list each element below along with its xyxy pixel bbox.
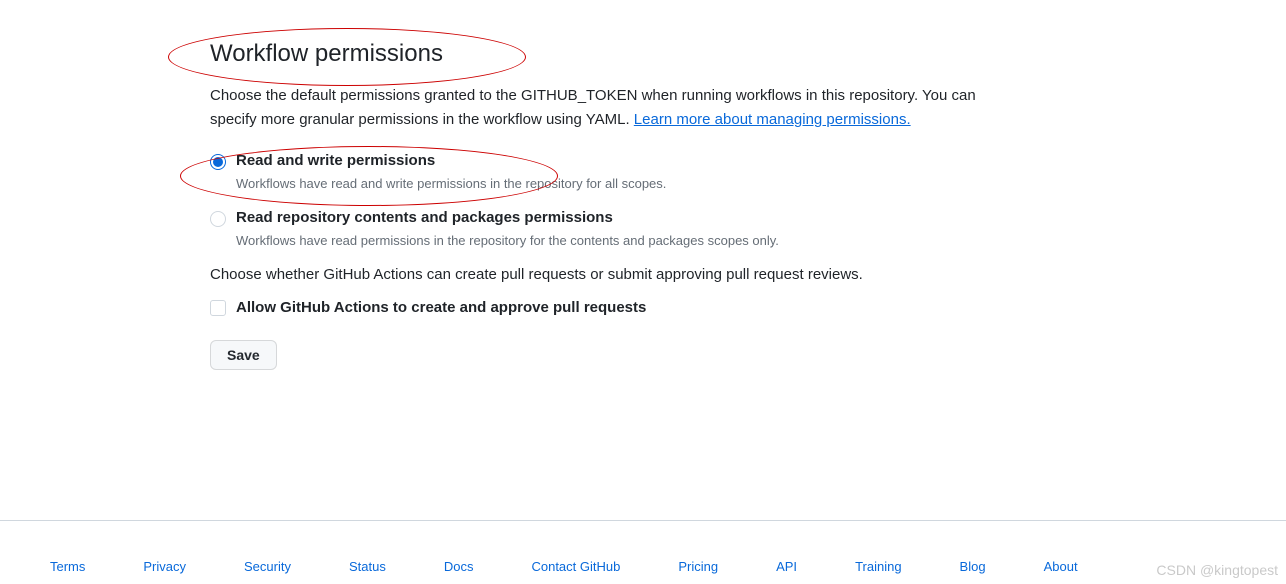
radio-label-read-only[interactable]: Read repository contents and packages pe… (236, 209, 613, 226)
workflow-permissions-section: Workflow permissions Choose the default … (0, 0, 1000, 370)
footer-link-docs[interactable]: Docs (444, 559, 474, 574)
footer-link-terms[interactable]: Terms (50, 559, 85, 574)
footer-link-pricing[interactable]: Pricing (678, 559, 718, 574)
footer-link-api[interactable]: API (776, 559, 797, 574)
footer-link-privacy[interactable]: Privacy (143, 559, 186, 574)
watermark-text: CSDN @kingtopest (1156, 562, 1278, 578)
learn-more-link[interactable]: Learn more about managing permissions. (634, 111, 911, 128)
radio-option-read-write[interactable]: Read and write permissions (210, 152, 1000, 170)
footer-link-blog[interactable]: Blog (960, 559, 986, 574)
footer-link-contact[interactable]: Contact GitHub (531, 559, 620, 574)
footer-link-security[interactable]: Security (244, 559, 291, 574)
radio-desc-read-write: Workflows have read and write permission… (236, 176, 1000, 191)
permissions-radio-group: Read and write permissions Workflows hav… (210, 152, 1000, 248)
checkbox-allow-pr[interactable] (210, 300, 226, 316)
radio-desc-read-only: Workflows have read permissions in the r… (236, 233, 1000, 248)
save-button[interactable]: Save (210, 340, 277, 370)
footer-link-about[interactable]: About (1044, 559, 1078, 574)
footer-link-training[interactable]: Training (855, 559, 901, 574)
checkbox-row-allow-pr[interactable]: Allow GitHub Actions to create and appro… (210, 299, 1000, 316)
checkbox-section-description: Choose whether GitHub Actions can create… (210, 266, 1000, 283)
footer-nav: Terms Privacy Security Status Docs Conta… (0, 520, 1286, 584)
radio-option-read-only[interactable]: Read repository contents and packages pe… (210, 209, 1000, 227)
radio-read-only[interactable] (210, 211, 226, 227)
radio-read-write[interactable] (210, 154, 226, 170)
checkbox-label-allow-pr[interactable]: Allow GitHub Actions to create and appro… (236, 299, 646, 316)
radio-label-read-write[interactable]: Read and write permissions (236, 152, 435, 169)
section-description: Choose the default permissions granted t… (210, 84, 1000, 132)
footer-link-status[interactable]: Status (349, 559, 386, 574)
section-heading: Workflow permissions (210, 40, 1000, 68)
